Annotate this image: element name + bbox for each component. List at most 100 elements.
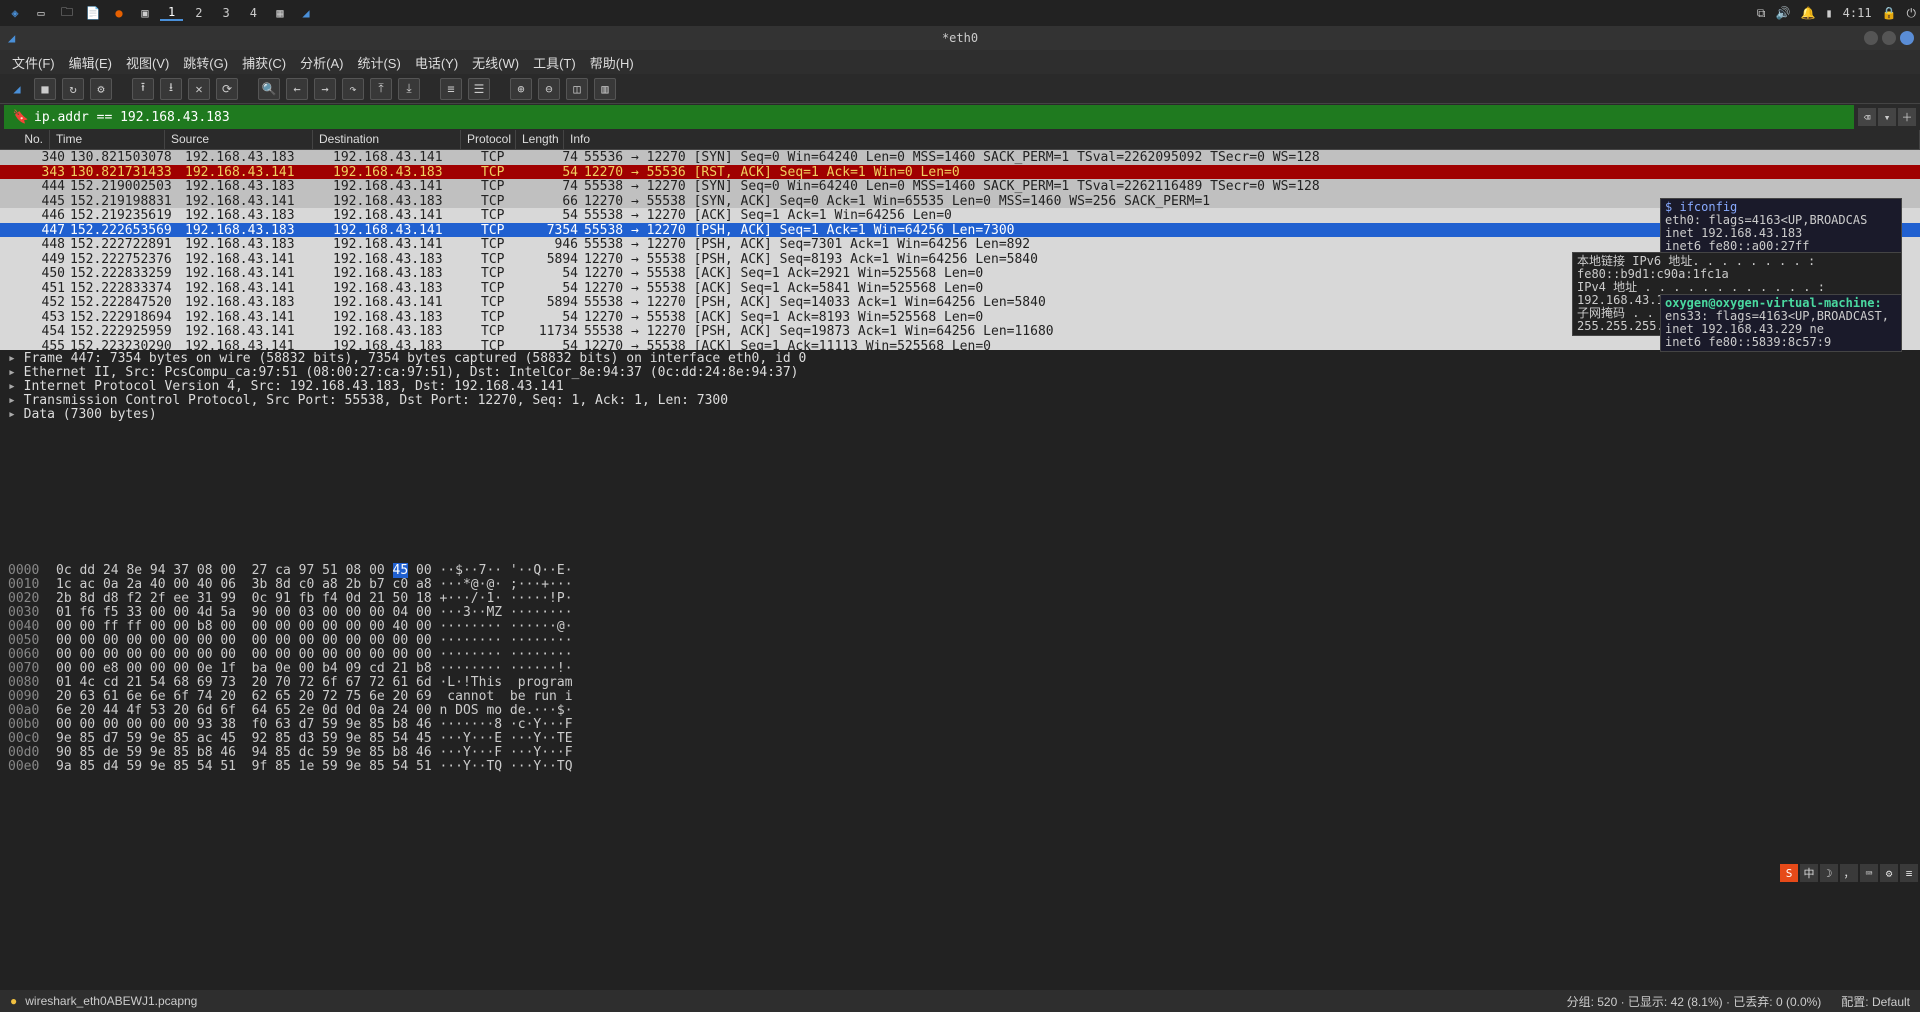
ime-punct-icon[interactable]: ， — [1840, 864, 1858, 882]
hex-row[interactable]: 00000c dd 24 8e 94 37 08 00 27 ca 97 51 … — [8, 564, 1912, 578]
tree-item[interactable]: Data (7300 bytes) — [8, 408, 1912, 422]
last-icon[interactable]: ⤓ — [398, 78, 420, 100]
status-profile[interactable]: 配置: Default — [1841, 993, 1910, 1010]
menu-stats[interactable]: 统计(S) — [351, 51, 406, 74]
colorize-icon[interactable]: ≡ — [440, 78, 462, 100]
hex-row[interactable]: 007000 00 e8 00 00 00 0e 1f ba 0e 00 b4 … — [8, 662, 1912, 676]
maximize-button[interactable] — [1882, 31, 1896, 45]
restart-capture-icon[interactable]: ↻ — [62, 78, 84, 100]
workspace-1[interactable]: 1 — [160, 5, 183, 21]
prev-icon[interactable]: ← — [286, 78, 308, 100]
workspace-3[interactable]: 3 — [214, 6, 237, 20]
ime-settings-icon[interactable]: ⚙ — [1880, 864, 1898, 882]
menu-telephony[interactable]: 电话(Y) — [409, 51, 464, 74]
save-icon[interactable]: ⭳ — [160, 78, 182, 100]
col-info[interactable]: Info — [564, 130, 1920, 149]
packet-row[interactable]: 448152.222722891192.168.43.183192.168.43… — [0, 237, 1920, 252]
hex-row[interactable]: 003001 f6 f5 33 00 00 4d 5a 90 00 03 00 … — [8, 606, 1912, 620]
options-icon[interactable]: ⚙ — [90, 78, 112, 100]
jump-icon[interactable]: ↷ — [342, 78, 364, 100]
menu-tools[interactable]: 工具(T) — [527, 51, 582, 74]
col-len[interactable]: Length — [516, 130, 564, 149]
hex-row[interactable]: 00b000 00 00 00 00 00 93 38 f0 63 d7 59 … — [8, 718, 1912, 732]
hex-row[interactable]: 00a06e 20 44 4f 53 20 6d 6f 64 65 2e 0d … — [8, 704, 1912, 718]
ime-moon-icon[interactable]: ☽ — [1820, 864, 1838, 882]
packet-row[interactable]: 340130.821503078192.168.43.183192.168.43… — [0, 150, 1920, 165]
wireshark-task-icon[interactable]: ◢ — [295, 2, 317, 24]
terminal-icon[interactable]: ▣ — [134, 2, 156, 24]
menu-go[interactable]: 跳转(G) — [177, 51, 234, 74]
notify-icon[interactable]: 🔔 — [1800, 6, 1815, 20]
autoscroll-icon[interactable]: ☰ — [468, 78, 490, 100]
col-no[interactable]: No. — [0, 130, 50, 149]
desktop-icon[interactable]: ▭ — [30, 2, 52, 24]
hex-row[interactable]: 00c09e 85 d7 59 9e 85 ac 45 92 85 d3 59 … — [8, 732, 1912, 746]
tree-item[interactable]: Ethernet II, Src: PcsCompu_ca:97:51 (08:… — [8, 366, 1912, 380]
menu-edit[interactable]: 编辑(E) — [63, 51, 118, 74]
packet-row[interactable]: 343130.821731433192.168.43.141192.168.43… — [0, 165, 1920, 180]
files-icon[interactable]: 🗀 — [56, 2, 78, 24]
hex-row[interactable]: 006000 00 00 00 00 00 00 00 00 00 00 00 … — [8, 648, 1912, 662]
firefox-icon[interactable]: ● — [108, 2, 130, 24]
menu-capture[interactable]: 捕获(C) — [236, 51, 292, 74]
start-capture-icon[interactable]: ◢ — [6, 78, 28, 100]
col-dst[interactable]: Destination — [313, 130, 461, 149]
hex-row[interactable]: 004000 00 ff ff 00 00 b8 00 00 00 00 00 … — [8, 620, 1912, 634]
hex-row[interactable]: 00e09a 85 d4 59 9e 85 54 51 9f 85 1e 59 … — [8, 760, 1912, 774]
hex-row[interactable]: 00101c ac 0a 2a 40 00 40 06 3b 8d c0 a8 … — [8, 578, 1912, 592]
workspace-2[interactable]: 2 — [187, 6, 210, 20]
zoom-out-icon[interactable]: ⊖ — [538, 78, 560, 100]
resize-cols-icon[interactable]: ▥ — [594, 78, 616, 100]
display-filter-input[interactable]: 🔖 ip.addr == 192.168.43.183 — [4, 105, 1854, 129]
menu-file[interactable]: 文件(F) — [6, 51, 61, 74]
close-button[interactable] — [1900, 31, 1914, 45]
note-icon[interactable]: 📄 — [82, 2, 104, 24]
workspace-4[interactable]: 4 — [242, 6, 265, 20]
packet-row[interactable]: 444152.219002503192.168.43.183192.168.43… — [0, 179, 1920, 194]
menu-analyze[interactable]: 分析(A) — [294, 51, 349, 74]
kali-menu-icon[interactable]: ◈ — [4, 2, 26, 24]
tree-item[interactable]: Internet Protocol Version 4, Src: 192.16… — [8, 380, 1912, 394]
app-task-icon[interactable]: ▦ — [269, 2, 291, 24]
reload-icon[interactable]: ⟳ — [216, 78, 238, 100]
menu-view[interactable]: 视图(V) — [120, 51, 175, 74]
battery-icon[interactable]: ▮ — [1825, 6, 1832, 20]
tree-item[interactable]: Frame 447: 7354 bytes on wire (58832 bit… — [8, 352, 1912, 366]
volume-icon[interactable]: 🔊 — [1776, 6, 1791, 20]
packet-row[interactable]: 455152.223230290192.168.43.141192.168.43… — [0, 339, 1920, 351]
power-icon[interactable]: ⏻ — [1907, 6, 1917, 21]
packet-bytes-pane[interactable]: 00000c dd 24 8e 94 37 08 00 27 ca 97 51 … — [0, 560, 1920, 990]
ime-tray[interactable]: S 中 ☽ ， ⌨ ⚙ ≡ — [1780, 864, 1918, 882]
tree-item[interactable]: Transmission Control Protocol, Src Port:… — [8, 394, 1912, 408]
col-proto[interactable]: Protocol — [461, 130, 516, 149]
zoom-reset-icon[interactable]: ◫ — [566, 78, 588, 100]
ime-keyboard-icon[interactable]: ⌨ — [1860, 864, 1878, 882]
hex-row[interactable]: 005000 00 00 00 00 00 00 00 00 00 00 00 … — [8, 634, 1912, 648]
filter-add-icon[interactable]: ＋ — [1898, 108, 1916, 126]
filter-clear-icon[interactable]: ⌫ — [1858, 108, 1876, 126]
stop-capture-icon[interactable]: ■ — [34, 78, 56, 100]
col-time[interactable]: Time — [50, 130, 165, 149]
zoom-in-icon[interactable]: ⊕ — [510, 78, 532, 100]
ime-more-icon[interactable]: ≡ — [1900, 864, 1918, 882]
find-icon[interactable]: 🔍 — [258, 78, 280, 100]
packet-row[interactable]: 446152.219235619192.168.43.183192.168.43… — [0, 208, 1920, 223]
menu-wireless[interactable]: 无线(W) — [466, 51, 525, 74]
hex-row[interactable]: 00d090 85 de 59 9e 85 b8 46 94 85 dc 59 … — [8, 746, 1912, 760]
filter-bookmark-icon[interactable]: 🔖 — [12, 108, 30, 126]
clock-text[interactable]: 4:11 — [1843, 6, 1872, 20]
open-icon[interactable]: ⭱ — [132, 78, 154, 100]
packet-row[interactable]: 445152.219198831192.168.43.141192.168.43… — [0, 194, 1920, 209]
col-src[interactable]: Source — [165, 130, 313, 149]
first-icon[interactable]: ⤒ — [370, 78, 392, 100]
minimize-button[interactable] — [1864, 31, 1878, 45]
hex-row[interactable]: 00202b 8d d8 f2 2f ee 31 99 0c 91 fb f4 … — [8, 592, 1912, 606]
record-icon[interactable]: ⧉ — [1757, 6, 1766, 21]
packet-details-pane[interactable]: Frame 447: 7354 bytes on wire (58832 bit… — [0, 350, 1920, 560]
next-icon[interactable]: → — [314, 78, 336, 100]
hex-row[interactable]: 009020 63 61 6e 6e 6f 74 20 62 65 20 72 … — [8, 690, 1912, 704]
packet-row[interactable]: 447152.222653569192.168.43.183192.168.43… — [0, 223, 1920, 238]
lock-icon[interactable]: 🔒 — [1882, 6, 1897, 20]
hex-row[interactable]: 008001 4c cd 21 54 68 69 73 20 70 72 6f … — [8, 676, 1912, 690]
ime-mode[interactable]: 中 — [1800, 864, 1818, 882]
